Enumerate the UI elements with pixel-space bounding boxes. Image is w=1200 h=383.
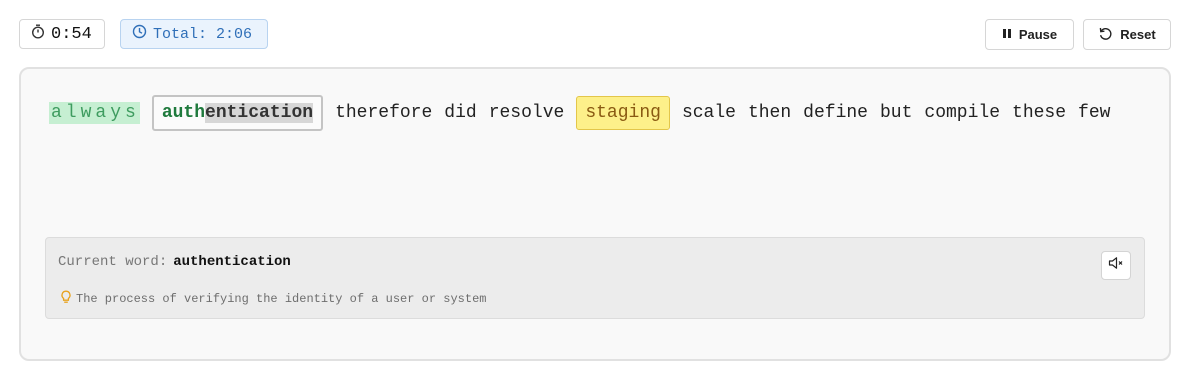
remaining-portion: entication [205,103,314,123]
reset-label: Reset [1120,27,1156,42]
timer-chip: 0:54 [19,19,105,49]
upcoming-word: then [747,103,792,123]
current-word-label: Current word: [58,254,168,270]
pause-icon [1002,27,1012,42]
definition-line: The process of verifying the identity of… [60,290,486,308]
highlighted-word: staging [576,96,670,130]
total-time-value: Total: 2:06 [153,25,253,43]
reset-icon [1098,26,1113,44]
upcoming-word: these [1012,103,1067,123]
stopwatch-icon [31,24,45,44]
audio-button[interactable] [1101,251,1131,280]
definition-text: The process of verifying the identity of… [76,292,487,306]
upcoming-word: but [879,103,913,123]
completed-word: always [49,102,140,124]
timer-value: 0:54 [51,24,92,44]
typing-panel[interactable]: always authentication therefore did reso… [19,67,1171,361]
upcoming-word: few [1078,103,1111,123]
pause-button[interactable]: Pause [985,19,1074,50]
lightbulb-icon [60,290,72,308]
word-info-box: Current word: authentication The process … [45,237,1145,319]
total-time-chip: Total: 2:06 [120,19,268,49]
word-stream: always authentication therefore did reso… [49,93,1122,133]
current-word-value: authentication [173,254,291,270]
typed-portion: auth [161,103,206,123]
speaker-muted-icon [1108,256,1124,275]
upcoming-word: therefore [335,103,433,123]
reset-button[interactable]: Reset [1083,19,1171,50]
upcoming-word: define [803,103,868,123]
current-word-line: Current word: authentication [58,254,291,270]
upcoming-word: scale [681,103,736,123]
current-word-box: authentication [151,95,324,131]
upcoming-word: compile [924,103,1001,123]
upcoming-word: did [444,103,477,123]
pause-label: Pause [1018,27,1058,42]
top-bar: 0:54 Total: 2:06 Pause Reset [19,19,1171,51]
upcoming-word: resolve [488,103,565,123]
clock-icon [132,24,147,44]
